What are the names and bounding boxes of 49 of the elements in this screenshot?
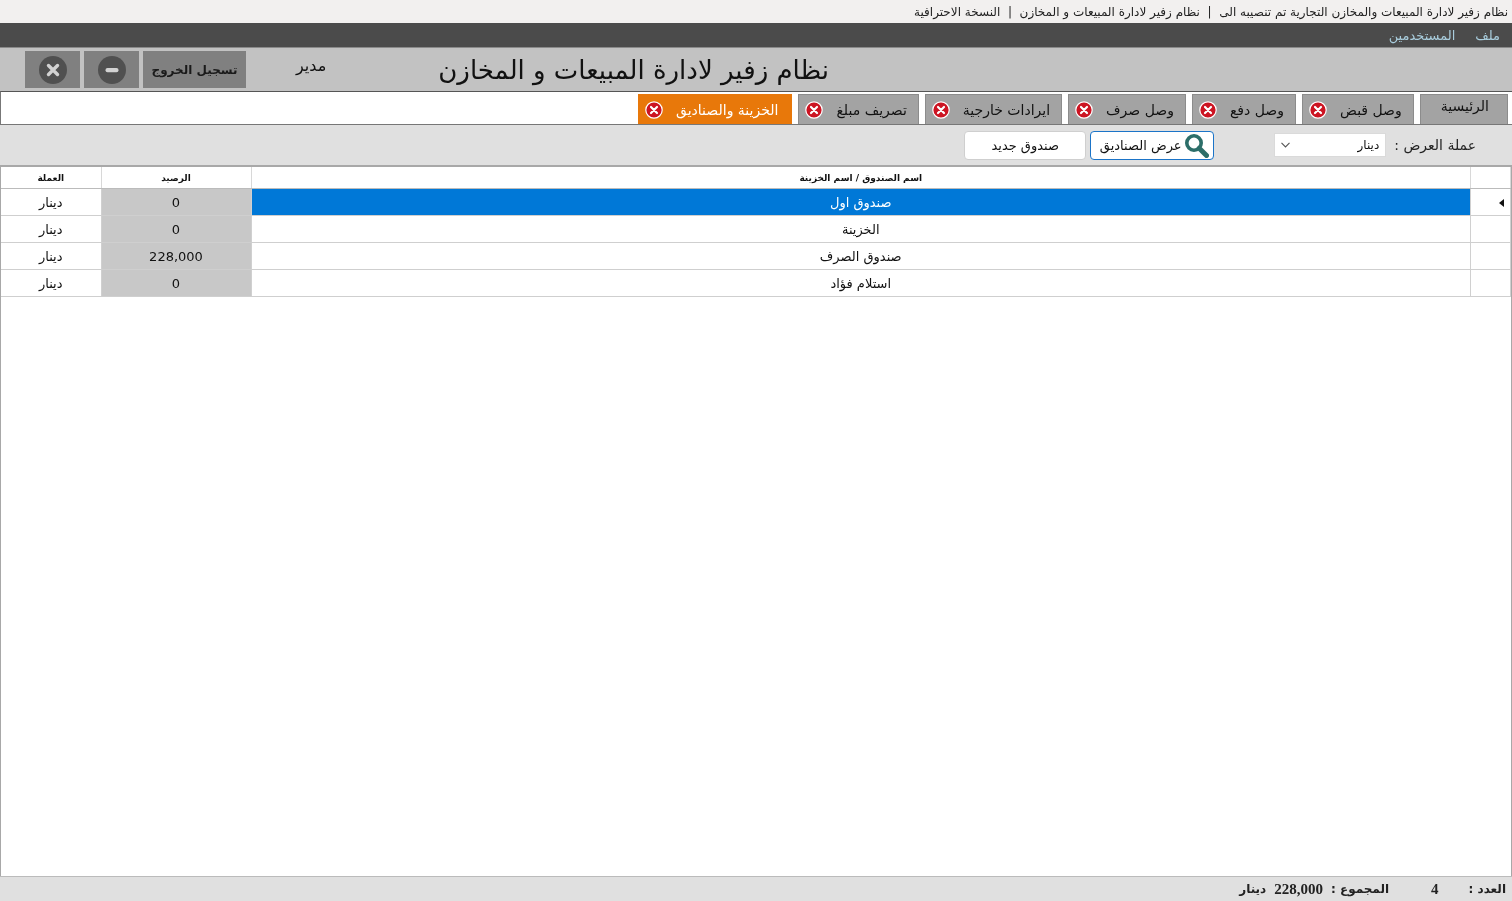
user-role: مدير	[296, 56, 327, 75]
row-pointer-icon	[1499, 199, 1504, 207]
table-cell[interactable]: استلام فؤاد	[251, 269, 1471, 297]
table-cell[interactable]: صندوق الصرف	[251, 242, 1471, 270]
table-cell[interactable]: الخزينة	[251, 215, 1471, 243]
total-currency: دينار	[1239, 882, 1267, 896]
total-label: المجموع :	[1330, 882, 1390, 896]
table-cell: دينار	[1, 188, 101, 216]
count-label: العدد :	[1468, 882, 1506, 896]
tab-close-icon[interactable]	[1198, 100, 1217, 119]
table-cell: 0	[101, 215, 251, 243]
column-header[interactable]: الرصيد	[101, 167, 251, 189]
column-header[interactable]: العملة	[1, 167, 101, 189]
new-box-button[interactable]: صندوق جديد	[964, 130, 1087, 160]
table-cell: دينار	[1, 269, 101, 297]
tab[interactable]: ايرادات خارجية	[924, 94, 1063, 124]
search-icon	[1183, 132, 1209, 158]
app-title: نظام زفير لادارة المبيعات و المخازن	[438, 54, 830, 85]
close-button[interactable]	[25, 51, 80, 88]
table-cell[interactable]: صندوق اول	[251, 188, 1471, 216]
table-cell: دينار	[1, 215, 101, 243]
tab[interactable]: الرئيسية	[1419, 94, 1508, 124]
tab[interactable]: وصل صرف	[1068, 94, 1186, 124]
currency-select[interactable]: دينار	[1274, 133, 1387, 157]
chevron-down-icon	[1281, 142, 1291, 148]
tab-close-icon[interactable]	[1075, 100, 1094, 119]
table-cell: 228,000	[101, 242, 251, 270]
menu-item[interactable]: المستخدمين	[1388, 25, 1456, 45]
table-cell: دينار	[1, 242, 101, 270]
tab-close-icon[interactable]	[931, 100, 950, 119]
close-icon	[38, 55, 67, 84]
tab-close-icon[interactable]	[1309, 100, 1327, 119]
minimize-icon	[97, 55, 126, 84]
tab-close-icon[interactable]	[645, 100, 664, 119]
logout-button[interactable]: تسجيل الخروج	[143, 51, 246, 88]
total-value: 228,000	[1274, 880, 1323, 898]
table-cell: 0	[101, 188, 251, 216]
tab[interactable]: وصل دفع	[1191, 94, 1296, 124]
table-cell: 0	[101, 269, 251, 297]
count-value: 4	[1431, 880, 1439, 898]
menu-item[interactable]: ملف	[1475, 25, 1500, 45]
minimize-button[interactable]	[84, 51, 139, 88]
tab[interactable]: تصريف مبلغ	[798, 94, 919, 124]
show-boxes-button[interactable]: عرض الصناديق	[1090, 130, 1215, 160]
currency-label: عملة العرض :	[1394, 137, 1476, 153]
tab-close-icon[interactable]	[805, 100, 824, 119]
tab[interactable]: وصل قبض	[1302, 94, 1414, 124]
column-header[interactable]: اسم الصندوق / اسم الخزينة	[251, 167, 1471, 189]
window-title: نظام زفير لادارة المبيعات والمخازن التجارية تم تنصيبه الى | نظام زفير لادارة المبيعات و المخازن | النسخة الاحترافية	[914, 4, 1508, 19]
